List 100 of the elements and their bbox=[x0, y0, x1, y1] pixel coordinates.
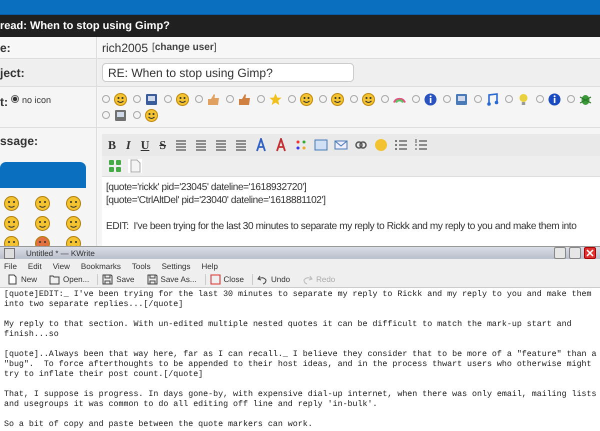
thumb-down-icon bbox=[238, 92, 251, 106]
message-line: [quote='CtrlAltDel' pid='23040' dateline='1618881102'] bbox=[106, 195, 326, 206]
toolbar-button[interactable]: Close bbox=[204, 274, 248, 285]
smiley-icon bbox=[331, 92, 344, 106]
book-icon bbox=[145, 92, 158, 106]
text-line: [quote]EDIT:_ I've been trying for the last 30 minutes to separate my reply to Rickk and my reply to you and make them bbox=[4, 290, 592, 299]
radio-button[interactable] bbox=[319, 95, 327, 103]
radio-button[interactable] bbox=[102, 95, 110, 103]
smiley-icon bbox=[176, 92, 189, 106]
smiley-icon[interactable] bbox=[4, 216, 19, 231]
smiley-icon[interactable] bbox=[4, 236, 19, 246]
format-button[interactable]: I bbox=[124, 138, 133, 152]
menu-item[interactable]: View bbox=[52, 262, 70, 272]
username-label: e: bbox=[0, 40, 11, 54]
radio-button[interactable] bbox=[505, 95, 513, 103]
radio-button[interactable] bbox=[226, 95, 234, 103]
post-icon-label: t: bbox=[0, 95, 8, 109]
text-line: So a bit of copy and paste between the quote markers can work. bbox=[4, 420, 313, 429]
toolbar-button[interactable]: Save bbox=[97, 274, 138, 285]
folder-icon bbox=[49, 274, 60, 285]
radio-button[interactable] bbox=[350, 95, 358, 103]
message-label: ssage: bbox=[0, 134, 38, 150]
toolbar-button[interactable]: Undo bbox=[252, 274, 294, 285]
change-user-link[interactable]: [change user] bbox=[152, 42, 217, 53]
email-icon[interactable] bbox=[334, 138, 348, 152]
menu-item[interactable]: Settings bbox=[162, 262, 190, 272]
close-button[interactable] bbox=[584, 247, 596, 259]
bullet-list-icon[interactable] bbox=[394, 138, 408, 152]
text-line: That, I suppose is progress. In days gone-by, with expensive dial-up internet, when there was only email, mailing lists bbox=[4, 390, 596, 399]
rainbow-icon bbox=[393, 96, 406, 102]
radio-button[interactable] bbox=[288, 95, 296, 103]
text-editor-area[interactable] bbox=[0, 288, 600, 431]
menu-item[interactable]: Edit bbox=[28, 262, 42, 272]
align-icon[interactable] bbox=[194, 138, 208, 152]
menu-item[interactable]: Bookmarks bbox=[80, 262, 121, 272]
subject-field[interactable]: RE: When to stop using Gimp? bbox=[102, 63, 354, 82]
toolbar-button[interactable]: Open... bbox=[45, 274, 94, 285]
document-icon[interactable] bbox=[128, 159, 142, 173]
smiley-icon[interactable] bbox=[35, 236, 50, 246]
color-grid-icon[interactable] bbox=[294, 138, 308, 152]
message-line: EDIT: I've been trying for the last 30 minutes to separate my reply to Rickk and my reply to you and make them into bbox=[106, 221, 576, 232]
smiley-icon[interactable] bbox=[35, 216, 50, 231]
format-button[interactable]: U bbox=[138, 138, 152, 152]
font-size-icon[interactable] bbox=[274, 138, 288, 152]
grid-icon[interactable] bbox=[108, 159, 122, 173]
text-line: finish...so bbox=[4, 330, 59, 339]
font-icon[interactable] bbox=[254, 138, 268, 152]
format-button[interactable]: B bbox=[106, 138, 118, 152]
radio-button[interactable] bbox=[474, 95, 482, 103]
window-title: Untitled * — KWrite bbox=[26, 248, 96, 258]
align-icon[interactable] bbox=[214, 138, 228, 152]
thread-title: read: When to stop using Gimp? bbox=[0, 20, 170, 32]
smiley-icon bbox=[114, 92, 127, 106]
numbered-list-icon[interactable] bbox=[414, 138, 428, 152]
smiley-icon[interactable] bbox=[66, 216, 81, 231]
radio-button[interactable] bbox=[195, 95, 203, 103]
radio-button[interactable] bbox=[133, 95, 141, 103]
message-line: [quote='rickk' pid='23045' dateline='1618932720'] bbox=[106, 182, 306, 193]
smiley-icon[interactable] bbox=[66, 236, 81, 246]
radio-button[interactable] bbox=[133, 111, 141, 119]
text-line: [quote]..Always been that way here, far as I can recall._ I believe they consider that to be more of a "feature" than a bbox=[4, 350, 596, 359]
close-icon bbox=[210, 274, 221, 285]
picture-icon bbox=[455, 92, 468, 106]
menu-item[interactable]: Help bbox=[202, 262, 218, 272]
radio-button[interactable] bbox=[102, 111, 110, 119]
text-line: My reply to that section. With un-edited multiple nested quotes it can be difficult to match the mark-up start and bbox=[4, 320, 572, 329]
film-icon bbox=[114, 108, 127, 122]
toolbar-button[interactable]: Save As... bbox=[142, 274, 201, 285]
radio-button[interactable] bbox=[257, 95, 265, 103]
subject-label: ject: bbox=[0, 66, 25, 80]
star-icon bbox=[269, 92, 282, 106]
format-button[interactable]: S bbox=[157, 138, 168, 152]
text-line: "bug". To force afterthoughts to be appended to their host ideas, and in the process thwart users who otherwise might bbox=[4, 360, 592, 369]
toolbar-button[interactable]: New bbox=[3, 274, 42, 285]
align-icon[interactable] bbox=[174, 138, 188, 152]
menu-item[interactable]: File bbox=[4, 262, 17, 272]
radio-button[interactable] bbox=[412, 95, 420, 103]
smiley-icon[interactable] bbox=[4, 196, 19, 211]
info-icon bbox=[548, 92, 561, 106]
menu-item[interactable]: Tools bbox=[132, 262, 151, 272]
radio-button[interactable] bbox=[536, 95, 544, 103]
no-icon-label: no icon bbox=[22, 95, 52, 105]
smiley-icon bbox=[362, 92, 375, 106]
radio-button[interactable] bbox=[567, 95, 575, 103]
text-line: try to inflate their post count.[/quote] bbox=[4, 370, 204, 379]
minimize-button[interactable] bbox=[554, 247, 566, 259]
radio-button[interactable] bbox=[381, 95, 389, 103]
message-textarea[interactable] bbox=[102, 176, 600, 246]
bug-icon bbox=[579, 92, 592, 106]
thumb-up-icon bbox=[207, 92, 220, 106]
smiley-icon bbox=[145, 108, 158, 122]
redo-icon bbox=[302, 274, 314, 285]
smiley-icon[interactable] bbox=[35, 196, 50, 211]
smiley-icon bbox=[300, 92, 313, 106]
smiley-icon[interactable] bbox=[66, 196, 81, 211]
image-icon[interactable] bbox=[314, 138, 328, 152]
radio-button[interactable] bbox=[11, 95, 19, 103]
align-icon[interactable] bbox=[234, 138, 248, 152]
radio-button[interactable] bbox=[164, 95, 172, 103]
radio-button[interactable] bbox=[443, 95, 451, 103]
